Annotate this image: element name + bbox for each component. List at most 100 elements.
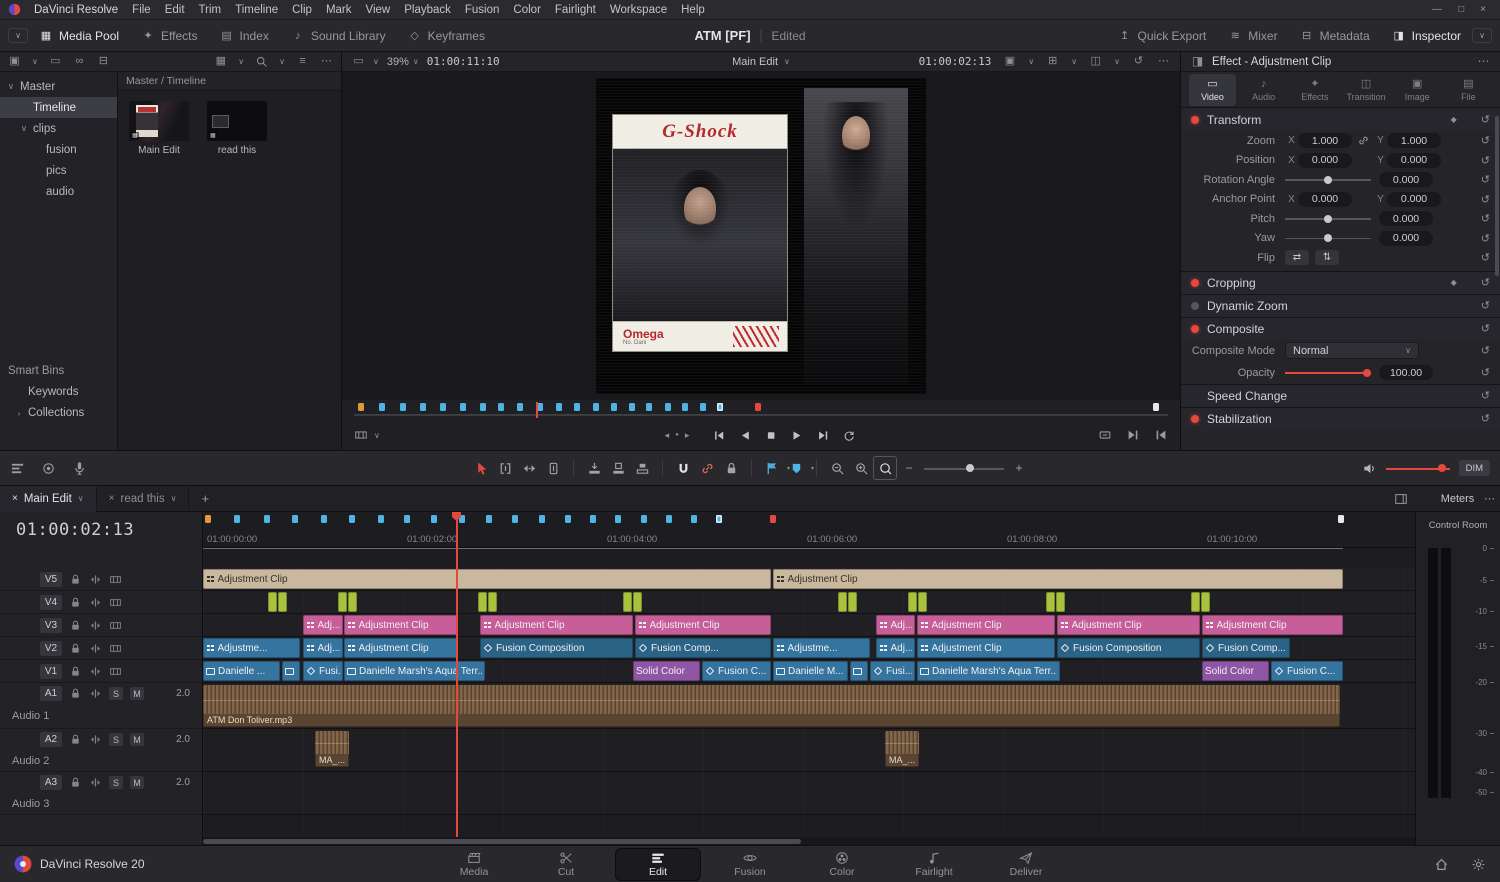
collapse-left-panels-button[interactable]: ∨ — [8, 28, 28, 43]
timeline-marker-orange[interactable] — [204, 515, 211, 523]
go-to-first-frame-button[interactable] — [710, 427, 727, 444]
audio-track-lane-a1[interactable]: ATM Don Toliver.mp3 — [203, 683, 1415, 729]
timeline-clip-adj[interactable]: Adj... — [876, 638, 915, 658]
timeline-ruler[interactable]: 01:00:00:00 01:00:02:00 01:00:04:00 01:00:0… — [203, 530, 1415, 548]
play-reverse-button[interactable] — [736, 427, 753, 444]
viewer-options-icon[interactable]: ⋯ — [1157, 55, 1170, 68]
fixed-playhead-icon[interactable] — [41, 461, 56, 476]
solo-button[interactable]: S — [109, 776, 123, 789]
bin-tree-item-timeline[interactable]: Timeline — [0, 97, 117, 118]
audio-clip-ma[interactable]: MA_... — [885, 731, 919, 767]
timeline-clip-fusi[interactable]: Fusi... — [303, 661, 343, 681]
page-cut[interactable]: Cut — [523, 848, 609, 881]
replace-clip-button[interactable] — [630, 456, 654, 480]
timeline-clip-clip[interactable] — [918, 592, 927, 612]
timeline-clip-fusion-comp[interactable]: Fusion Comp... — [1202, 638, 1290, 658]
timeline-tab-main-edit[interactable]: × Main Edit ∨ — [0, 485, 97, 512]
timeline-clip-clip[interactable] — [488, 592, 497, 612]
bin-tree-item-audio[interactable]: audio — [0, 181, 117, 202]
auto-select-icon[interactable] — [89, 665, 102, 678]
track-lock-icon[interactable] — [69, 665, 82, 678]
refresh-icon[interactable]: ↺ — [1132, 55, 1145, 68]
transform-reset-icon[interactable]: ↺ — [1481, 113, 1490, 126]
timeline-clip-danielle-m[interactable]: Danielle M... — [773, 661, 848, 681]
auto-select-icon[interactable] — [89, 596, 102, 609]
timeline-clip-fusi[interactable]: Fusi... — [870, 661, 915, 681]
split-chevron[interactable]: ∨ — [1114, 57, 1120, 66]
scrubber-marker-blue[interactable] — [699, 403, 706, 411]
inspector-tab-image[interactable]: ▣ Image — [1394, 74, 1441, 106]
video-track-lane-v3[interactable]: Adj... Adjustment Clip Adjustment Clip Adju… — [203, 614, 1415, 637]
timeline-clip-clip[interactable] — [1046, 592, 1055, 612]
zoom-slider-button[interactable] — [921, 456, 1007, 480]
flip-reset-icon[interactable]: ↺ — [1481, 251, 1490, 264]
inspector-tab-effects[interactable]: ✦ Effects — [1291, 74, 1338, 106]
overwrite-clip-button[interactable] — [606, 456, 630, 480]
timeline-clip-adjustme[interactable]: Adjustme... — [203, 638, 300, 658]
smart-bin-collections[interactable]: › Collections — [0, 402, 117, 423]
mute-button[interactable]: M — [130, 733, 144, 746]
collapse-right-panels-button[interactable]: ∨ — [1472, 28, 1492, 43]
timeline-marker-blue[interactable] — [349, 515, 356, 523]
keyframes-button[interactable]: ◇ Keyframes — [397, 20, 496, 52]
scrubber-marker-blue[interactable] — [379, 403, 385, 411]
page-deliver[interactable]: Deliver — [983, 848, 1069, 881]
next-edit-icon[interactable] — [1126, 428, 1140, 442]
yaw-reset-icon[interactable]: ↺ — [1481, 232, 1490, 245]
cropping-keyframe-icon[interactable]: ◆ — [1451, 278, 1457, 287]
track-film-icon[interactable] — [109, 665, 122, 678]
timeline-clip-fusion-composition[interactable]: Fusion Composition — [480, 638, 633, 658]
video-track-lane-v1[interactable]: Danielle ... Fusi... Danielle Marsh's Aqua… — [203, 660, 1415, 683]
timeline-clip-fusion-composition[interactable]: Fusion Composition — [1057, 638, 1200, 658]
sort-icon[interactable]: ≡ — [296, 55, 309, 68]
timeline-clip-clip[interactable] — [278, 592, 287, 612]
page-media[interactable]: Media — [431, 848, 517, 881]
scrubber-marker-blue[interactable] — [592, 403, 599, 411]
timeline-marker-white[interactable] — [1337, 515, 1344, 523]
metadata-view-icon[interactable]: ⊟ — [97, 55, 110, 68]
scrubber-marker-blue[interactable] — [459, 403, 466, 411]
stabilization-section-header[interactable]: Stabilization ◆ ↺ — [1181, 406, 1500, 430]
play-button[interactable] — [788, 427, 805, 444]
audio-track-lane-a2[interactable]: MA_... MA_... — [203, 729, 1415, 772]
mute-button[interactable]: M — [130, 687, 144, 700]
rotation-angle-slider[interactable] — [1285, 173, 1371, 187]
timeline-tracks-area[interactable]: 01:00:00:00 01:00:02:00 01:00:04:00 01:00:0… — [203, 512, 1415, 845]
transform-section-header[interactable]: Transform ◆ ↺ — [1181, 108, 1500, 131]
composite-mode-reset-icon[interactable]: ↺ — [1481, 344, 1490, 357]
timeline-clip-adjustment-clip[interactable]: Adjustment Clip — [344, 638, 458, 658]
clip-color-filter-icon[interactable]: ▣ — [8, 55, 21, 68]
scrubber-playhead[interactable] — [535, 402, 538, 418]
position-lock-button[interactable] — [719, 456, 743, 480]
track-badge[interactable]: V3 — [40, 617, 62, 633]
page-fusion[interactable]: Fusion — [707, 848, 793, 881]
timeline-clip-danielle-marsh-s-aqua-terr[interactable]: Danielle Marsh's Aqua Terr... — [344, 661, 485, 681]
pitch-input[interactable]: 0.000 — [1379, 211, 1433, 227]
timeline-playhead[interactable] — [456, 512, 458, 837]
full-extent-zoom-button[interactable] — [825, 456, 849, 480]
selection-mode-button[interactable] — [469, 456, 493, 480]
dynamic-trim-mode-button[interactable] — [517, 456, 541, 480]
timeline-clip-adj[interactable]: Adj... — [876, 615, 915, 635]
bin-clip-read-this[interactable]: ▦ read this — [206, 101, 268, 156]
stabilization-enable-toggle[interactable] — [1191, 414, 1199, 423]
single-viewer-icon[interactable]: ▣ — [1003, 55, 1016, 68]
timeline-clip-danielle-marsh-s-aqua-terr[interactable]: Danielle Marsh's Aqua Terr... — [917, 661, 1060, 681]
timeline-marker-blue[interactable] — [320, 515, 327, 523]
media-pool-button[interactable]: ▦ Media Pool — [28, 20, 130, 52]
timeline-clip-fusion-comp[interactable]: Fusion Comp... — [635, 638, 771, 658]
voiceover-record-icon[interactable] — [72, 461, 87, 476]
audio-clip-atm-don-toliver-mp3[interactable]: ATM Don Toliver.mp3 — [203, 685, 1340, 727]
speed-change-section-header[interactable]: Speed Change ◆ ↺ — [1181, 383, 1500, 407]
snapping-button[interactable] — [671, 456, 695, 480]
video-track-lane-v5[interactable]: Adjustment Clip Adjustment Clip — [203, 568, 1415, 591]
track-film-icon[interactable] — [109, 619, 122, 632]
bin-clip-main-edit[interactable]: ▦ Main Edit — [128, 101, 190, 156]
window-close-button[interactable]: × — [1480, 4, 1486, 15]
previous-edit-icon[interactable] — [1154, 428, 1168, 442]
auto-select-icon[interactable] — [89, 776, 102, 789]
opacity-slider[interactable] — [1285, 366, 1371, 380]
video-track-lane-v2[interactable]: Adjustme... Adj... Adjustment Clip Fusion C… — [203, 637, 1415, 660]
insert-clip-button[interactable] — [582, 456, 606, 480]
go-to-last-frame-button[interactable] — [814, 427, 831, 444]
